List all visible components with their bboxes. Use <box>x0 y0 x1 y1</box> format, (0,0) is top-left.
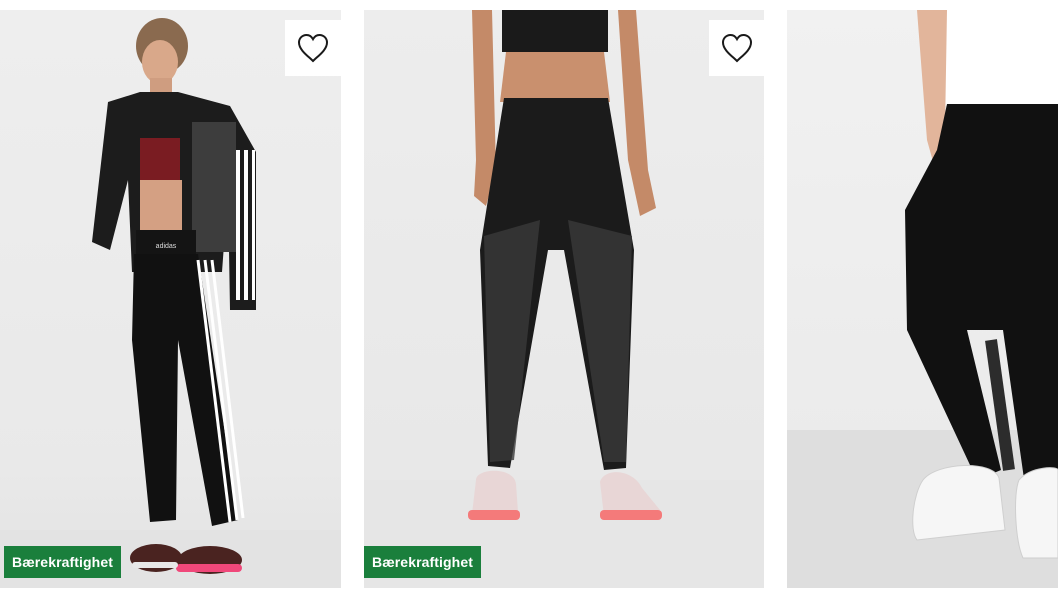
wishlist-button[interactable] <box>285 20 341 76</box>
product-card[interactable]: adidas Bærekraftighet <box>0 10 341 588</box>
product-card[interactable]: Bærekraftighet <box>364 10 764 588</box>
product-grid: adidas Bærekraftighet Bærekraftighet <box>0 0 1058 604</box>
product-image[interactable]: adidas <box>0 10 341 588</box>
product-image[interactable] <box>364 10 764 588</box>
sustainability-badge: Bærekraftighet <box>364 546 481 578</box>
product-card[interactable] <box>787 10 1058 588</box>
heart-outline-icon <box>721 33 753 63</box>
sustainability-badge: Bærekraftighet <box>4 546 121 578</box>
product-image[interactable] <box>787 10 1058 588</box>
brand-logo: adidas <box>156 243 177 250</box>
heart-outline-icon <box>297 33 329 63</box>
wishlist-button[interactable] <box>709 20 764 76</box>
